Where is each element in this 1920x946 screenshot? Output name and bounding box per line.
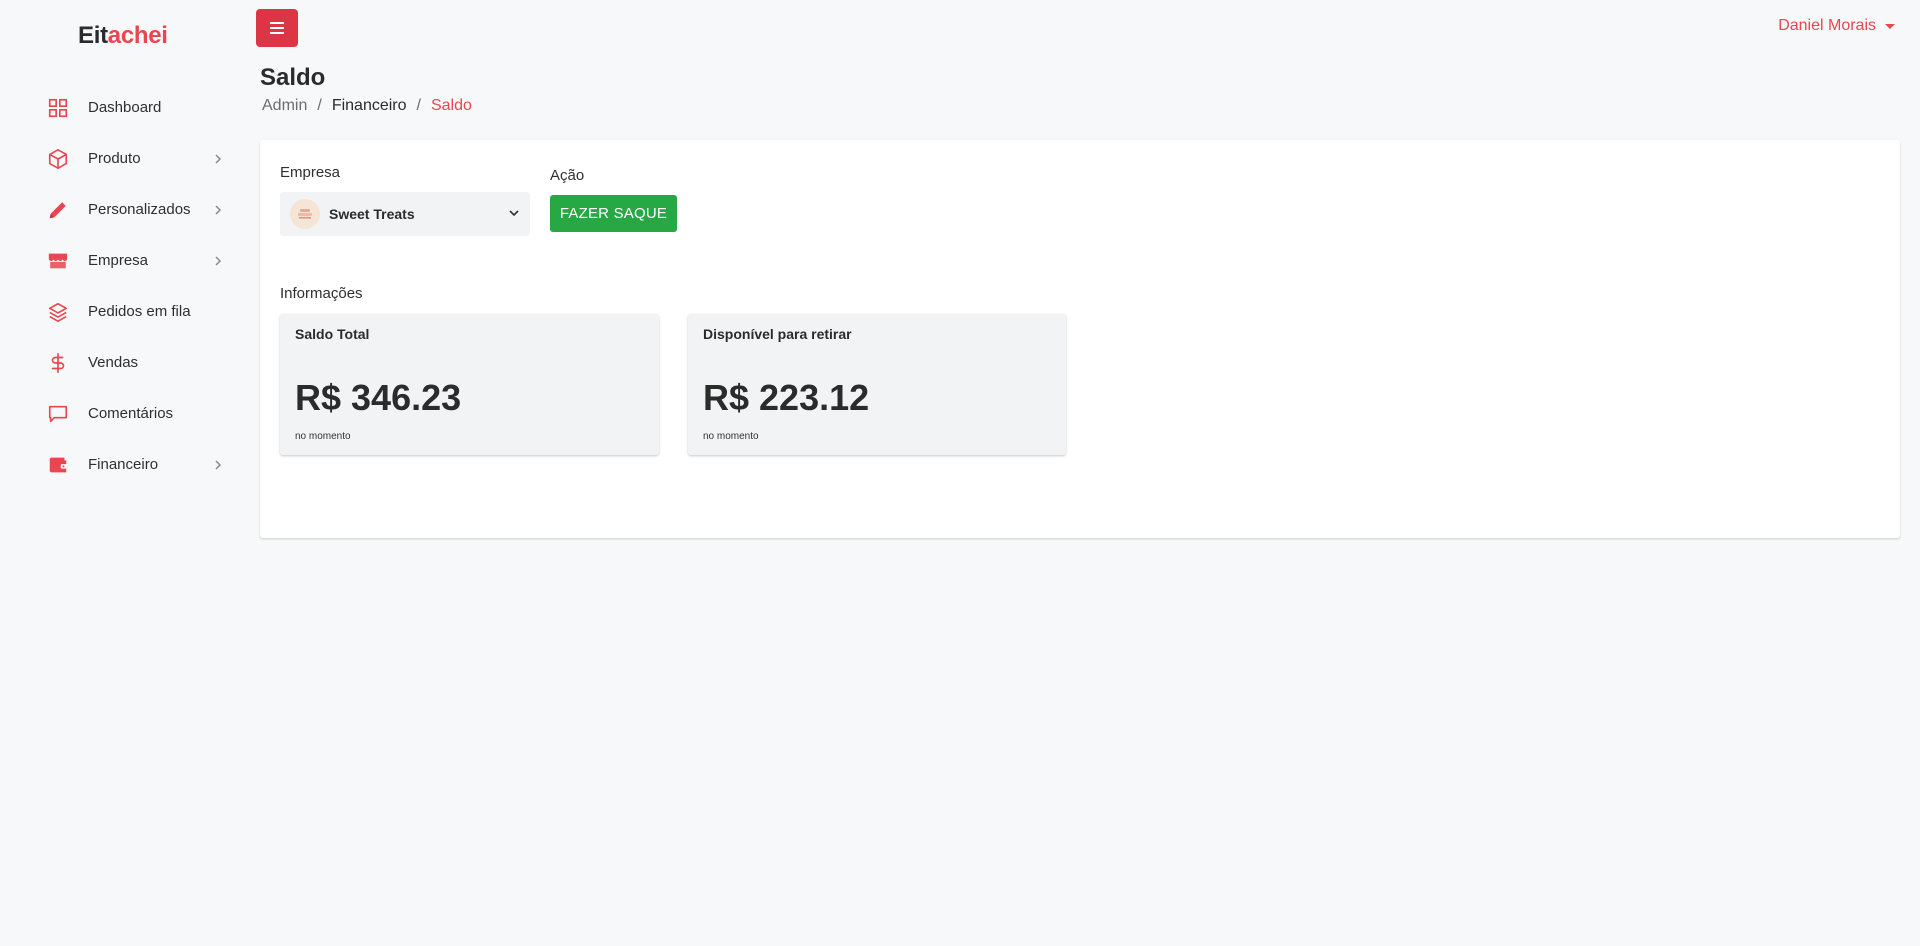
fazer-saque-button[interactable]: FAZER SAQUE — [550, 195, 677, 232]
stat-subtitle: no momento — [703, 431, 759, 442]
grid-icon — [47, 97, 69, 119]
acao-label: Ação — [550, 167, 585, 184]
sidebar-item-label: Produto — [88, 150, 141, 167]
hamburger-icon — [270, 22, 284, 34]
sidebar-nav: Dashboard Produto Personalizados Empresa — [0, 82, 248, 490]
user-name: Daniel Morais — [1778, 17, 1876, 34]
breadcrumb: Admin / Financeiro / Saldo — [262, 97, 472, 115]
breadcrumb-item-financeiro[interactable]: Financeiro — [332, 97, 407, 115]
box-icon — [47, 148, 69, 170]
breadcrumb-item-admin[interactable]: Admin — [262, 97, 307, 115]
sidebar-item-label: Pedidos em fila — [88, 303, 191, 320]
sidebar-item-label: Dashboard — [88, 99, 162, 116]
app-logo[interactable]: Eitachei — [78, 22, 168, 50]
stat-value: R$ 346.23 — [295, 377, 462, 418]
chevron-right-icon — [215, 255, 222, 266]
sidebar-item-dashboard[interactable]: Dashboard — [0, 82, 248, 133]
balance-card: Empresa Sweet Treats Ação FAZER SAQUE In… — [260, 140, 1900, 538]
stat-value: R$ 223.12 — [703, 377, 870, 418]
stat-subtitle: no momento — [295, 431, 351, 442]
chevron-right-icon — [215, 459, 222, 470]
company-avatar — [290, 199, 320, 229]
sidebar-item-pedidos-em-fila[interactable]: Pedidos em fila — [0, 286, 248, 337]
sidebar: Eitachei Dashboard Produto Personalizado… — [0, 0, 248, 946]
sidebar-item-label: Personalizados — [88, 201, 191, 218]
sidebar-item-label: Empresa — [88, 252, 149, 269]
empresa-select[interactable]: Sweet Treats — [280, 192, 530, 236]
logo-text-part1: Eit — [78, 22, 108, 49]
sidebar-item-personalizados[interactable]: Personalizados — [0, 184, 248, 235]
sidebar-item-empresa[interactable]: Empresa — [0, 235, 248, 286]
store-icon — [47, 250, 69, 272]
breadcrumb-separator: / — [416, 97, 421, 114]
breadcrumb-item-saldo: Saldo — [430, 97, 472, 114]
stat-title: Disponível para retirar — [703, 326, 852, 342]
stat-title: Saldo Total — [295, 326, 370, 342]
sidebar-item-vendas[interactable]: Vendas — [0, 337, 248, 388]
chevron-right-icon — [215, 204, 222, 215]
menu-toggle-button[interactable] — [256, 9, 298, 47]
wallet-icon — [47, 454, 69, 476]
logo-text-part2: achei — [107, 22, 168, 49]
sidebar-item-label: Vendas — [88, 354, 139, 371]
chevron-right-icon — [215, 153, 222, 164]
layers-icon — [47, 301, 69, 323]
empresa-label: Empresa — [280, 164, 341, 181]
sidebar-item-produto[interactable]: Produto — [0, 133, 248, 184]
message-icon — [47, 403, 69, 425]
caret-down-icon — [1885, 23, 1895, 29]
sidebar-item-label: Financeiro — [88, 456, 159, 473]
sidebar-item-financeiro[interactable]: Financeiro — [0, 439, 248, 490]
disponivel-card: Disponível para retirar R$ 223.12 no mom… — [688, 314, 1066, 455]
pencil-icon — [47, 199, 69, 221]
page-title: Saldo — [260, 64, 326, 91]
sidebar-item-comentarios[interactable]: Comentários — [0, 388, 248, 439]
empresa-select-value: Sweet Treats — [329, 206, 415, 222]
sidebar-item-label: Comentários — [88, 405, 174, 422]
dollar-icon — [47, 352, 69, 374]
user-menu[interactable]: Daniel Morais — [1778, 17, 1895, 35]
chevron-down-icon — [509, 210, 519, 217]
breadcrumb-separator: / — [317, 97, 322, 114]
saldo-total-card: Saldo Total R$ 346.23 no momento — [280, 314, 659, 455]
informacoes-label: Informações — [280, 285, 363, 302]
